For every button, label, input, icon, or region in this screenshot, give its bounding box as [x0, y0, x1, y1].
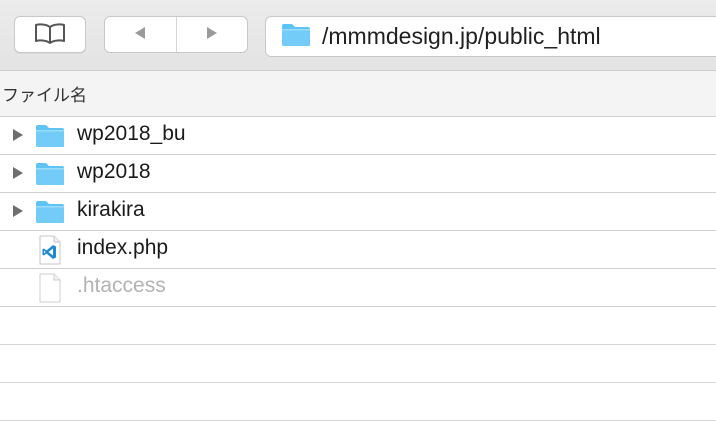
navigation-buttons — [104, 16, 248, 53]
file-name: kirakira — [77, 198, 145, 221]
file-name: wp2018 — [77, 160, 151, 183]
empty-row — [0, 307, 716, 345]
file-row-wp2018-bu[interactable]: wp2018_bu — [0, 117, 716, 155]
forward-arrow-icon — [204, 25, 220, 45]
column-header-filename: ファイル名 — [2, 86, 87, 106]
column-header[interactable]: ファイル名 — [0, 71, 716, 117]
path-text: /mmmdesign.jp/public_html — [322, 23, 601, 49]
path-field[interactable]: /mmmdesign.jp/public_html — [265, 16, 716, 57]
file-list: wp2018_bu wp2018 kirakira index.php .hta… — [0, 117, 716, 421]
file-row-htaccess[interactable]: .htaccess — [0, 269, 716, 307]
file-name: wp2018_bu — [77, 122, 186, 145]
vscode-php-file-icon — [34, 235, 66, 265]
empty-row — [0, 383, 716, 421]
file-browser-window: /mmmdesign.jp/public_html ファイル名 wp2018_b… — [0, 0, 716, 444]
disclosure-triangle-icon[interactable] — [11, 128, 25, 142]
disclosure-triangle-icon[interactable] — [11, 166, 25, 180]
folder-icon — [280, 22, 312, 52]
back-button[interactable] — [105, 17, 176, 52]
file-name: .htaccess — [77, 274, 166, 297]
back-arrow-icon — [132, 25, 148, 45]
file-row-index-php[interactable]: index.php — [0, 231, 716, 269]
empty-row — [0, 345, 716, 383]
file-row-kirakira[interactable]: kirakira — [0, 193, 716, 231]
file-name: index.php — [77, 236, 169, 259]
document-icon — [34, 273, 66, 303]
file-row-wp2018[interactable]: wp2018 — [0, 155, 716, 193]
folder-icon — [34, 161, 66, 187]
folder-icon — [34, 123, 66, 149]
folder-icon — [34, 199, 66, 225]
toolbar: /mmmdesign.jp/public_html — [0, 0, 716, 71]
bookmarks-button[interactable] — [14, 16, 86, 53]
book-icon — [33, 22, 67, 48]
forward-button[interactable] — [175, 17, 248, 52]
disclosure-triangle-icon[interactable] — [11, 204, 25, 218]
